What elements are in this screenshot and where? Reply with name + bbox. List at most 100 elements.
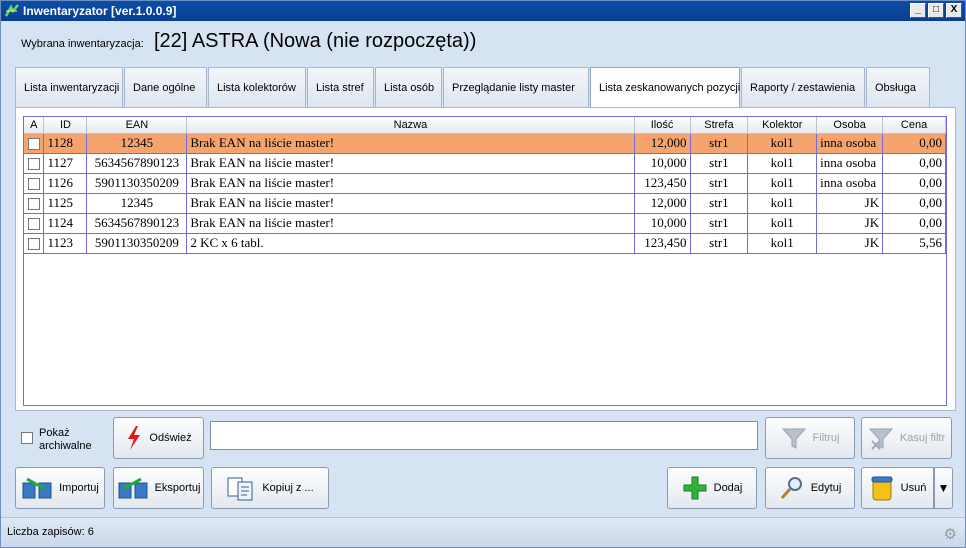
column-header-name[interactable]: Nazwa [186, 117, 635, 134]
delete-label: Usuń [900, 482, 927, 494]
maximize-button[interactable]: □ [928, 3, 944, 18]
record-count: Liczba zapisów: 6 [7, 526, 94, 538]
tab-zones[interactable]: Lista stref [307, 67, 374, 108]
refresh-label: Odśwież [149, 432, 192, 444]
cell-ean: 12345 [86, 193, 188, 214]
column-header-quantity[interactable]: Ilość [634, 117, 691, 134]
import-label: Importuj [59, 482, 99, 494]
gear-icon[interactable]: ⚙ [944, 525, 957, 543]
cell-quantity: 10,000 [634, 213, 691, 234]
window-title: Inwentaryzator [ver.1.0.0.9] [23, 4, 177, 18]
filter-input[interactable] [210, 421, 758, 450]
column-header-collector[interactable]: Kolektor [747, 117, 818, 134]
cell-collector: kol1 [747, 133, 818, 154]
cell-collector: kol1 [747, 153, 818, 174]
trash-bin-icon [871, 476, 893, 501]
cell-zone: str1 [690, 233, 749, 254]
minimize-button[interactable]: _ [910, 3, 926, 18]
delete-button[interactable]: Usuń [861, 467, 934, 509]
tab-reports[interactable]: Raporty / zestawienia [741, 67, 865, 108]
tab-general-data[interactable]: Dane ogólne [124, 67, 207, 108]
table-row[interactable]: 1124 5634567890123 Brak EAN na liście ma… [24, 213, 946, 234]
cell-person: JK [816, 193, 884, 214]
cell-id: 1128 [43, 133, 88, 154]
row-checkbox[interactable] [27, 138, 40, 151]
cell-price: 0,00 [882, 193, 946, 214]
status-bar: Liczba zapisów: 6 ⚙ [1, 517, 965, 547]
cell-zone: str1 [690, 133, 749, 154]
cell-person: inna osoba [816, 133, 884, 154]
cell-name: Brak EAN na liście master! [186, 173, 635, 194]
column-header-a[interactable]: A [24, 117, 45, 134]
close-button[interactable]: X [946, 3, 962, 18]
column-header-person[interactable]: Osoba [816, 117, 884, 134]
table-row[interactable]: 1123 5901130350209 2 KC x 6 tabl. 123,45… [24, 233, 946, 254]
copy-documents-icon [227, 477, 253, 501]
cell-quantity: 12,000 [634, 193, 691, 214]
cell-quantity: 123,450 [634, 233, 691, 254]
table-row[interactable]: 1128 12345 Brak EAN na liście master! 12… [24, 133, 946, 154]
tab-service[interactable]: Obsługa [866, 67, 930, 108]
funnel-icon [781, 428, 806, 449]
refresh-button[interactable]: Odśwież [113, 417, 204, 459]
table-row[interactable]: 1127 5634567890123 Brak EAN na liście ma… [24, 153, 946, 174]
table-row[interactable]: 1126 5901130350209 Brak EAN na liście ma… [24, 173, 946, 194]
cell-name: 2 KC x 6 tabl. [186, 233, 635, 254]
cell-zone: str1 [690, 153, 749, 174]
cell-ean: 12345 [86, 133, 188, 154]
cell-id: 1126 [43, 173, 88, 194]
tab-persons[interactable]: Lista osób [375, 67, 442, 108]
cell-person: JK [816, 213, 884, 234]
row-checkbox[interactable] [27, 218, 40, 231]
magnifier-icon [780, 477, 802, 499]
row-checkbox[interactable] [27, 238, 40, 251]
column-header-price[interactable]: Cena [882, 117, 946, 134]
copy-from-button[interactable]: Kopiuj z ... [211, 467, 329, 509]
clear-filter-button[interactable]: Kasuj filtr [861, 417, 952, 459]
column-header-ean[interactable]: EAN [86, 117, 188, 134]
edit-label: Edytuj [810, 482, 842, 494]
row-checkbox[interactable] [27, 178, 40, 191]
cell-collector: kol1 [747, 233, 818, 254]
main-window: Inwentaryzator [ver.1.0.0.9] _ □ X Wybra… [0, 0, 966, 548]
column-header-zone[interactable]: Strefa [690, 117, 749, 134]
scanned-items-grid[interactable]: A ID EAN Nazwa Ilość Strefa Kolektor Oso… [23, 116, 947, 406]
cell-quantity: 12,000 [634, 133, 691, 154]
cell-collector: kol1 [747, 213, 818, 234]
table-row[interactable]: 1125 12345 Brak EAN na liście master! 12… [24, 193, 946, 214]
tab-scanned-items[interactable]: Lista zeskanowanych pozycji [590, 67, 740, 108]
show-archived-label-line1: Pokaż [39, 427, 70, 439]
add-button[interactable]: Dodaj [667, 467, 757, 509]
column-header-id[interactable]: ID [43, 117, 88, 134]
cell-name: Brak EAN na liście master! [186, 213, 635, 234]
lightning-icon [128, 426, 141, 450]
show-archived-toggle[interactable]: Pokaż archiwalne [21, 427, 92, 453]
export-icon [118, 477, 148, 499]
cell-ean: 5901130350209 [86, 173, 188, 194]
import-button[interactable]: Importuj [15, 467, 105, 509]
delete-dropdown-arrow[interactable]: ▼ [934, 467, 953, 509]
cell-collector: kol1 [747, 173, 818, 194]
clear-filter-label: Kasuj filtr [899, 432, 946, 444]
export-button[interactable]: Eksportuj [113, 467, 204, 509]
filter-label: Filtruj [812, 432, 840, 444]
selection-label: Wybrana inwentaryzacja: [21, 38, 144, 50]
edit-button[interactable]: Edytuj [765, 467, 855, 509]
cell-person: JK [816, 233, 884, 254]
cell-id: 1124 [43, 213, 88, 234]
cell-collector: kol1 [747, 193, 818, 214]
cell-price: 0,00 [882, 153, 946, 174]
add-label: Dodaj [713, 482, 743, 494]
show-archived-checkbox[interactable] [21, 432, 33, 444]
cell-zone: str1 [690, 213, 749, 234]
row-checkbox[interactable] [27, 158, 40, 171]
filter-button[interactable]: Filtruj [765, 417, 855, 459]
row-checkbox[interactable] [27, 198, 40, 211]
cell-id: 1127 [43, 153, 88, 174]
tab-master-list[interactable]: Przeglądanie listy master [443, 67, 589, 108]
tab-collectors[interactable]: Lista kolektorów [208, 67, 306, 108]
show-archived-label-line2: archiwalne [39, 440, 92, 452]
export-label: Eksportuj [154, 482, 201, 494]
title-bar: Inwentaryzator [ver.1.0.0.9] _ □ X [1, 1, 965, 21]
tab-inventory-list[interactable]: Lista inwentaryzacji [15, 67, 123, 108]
